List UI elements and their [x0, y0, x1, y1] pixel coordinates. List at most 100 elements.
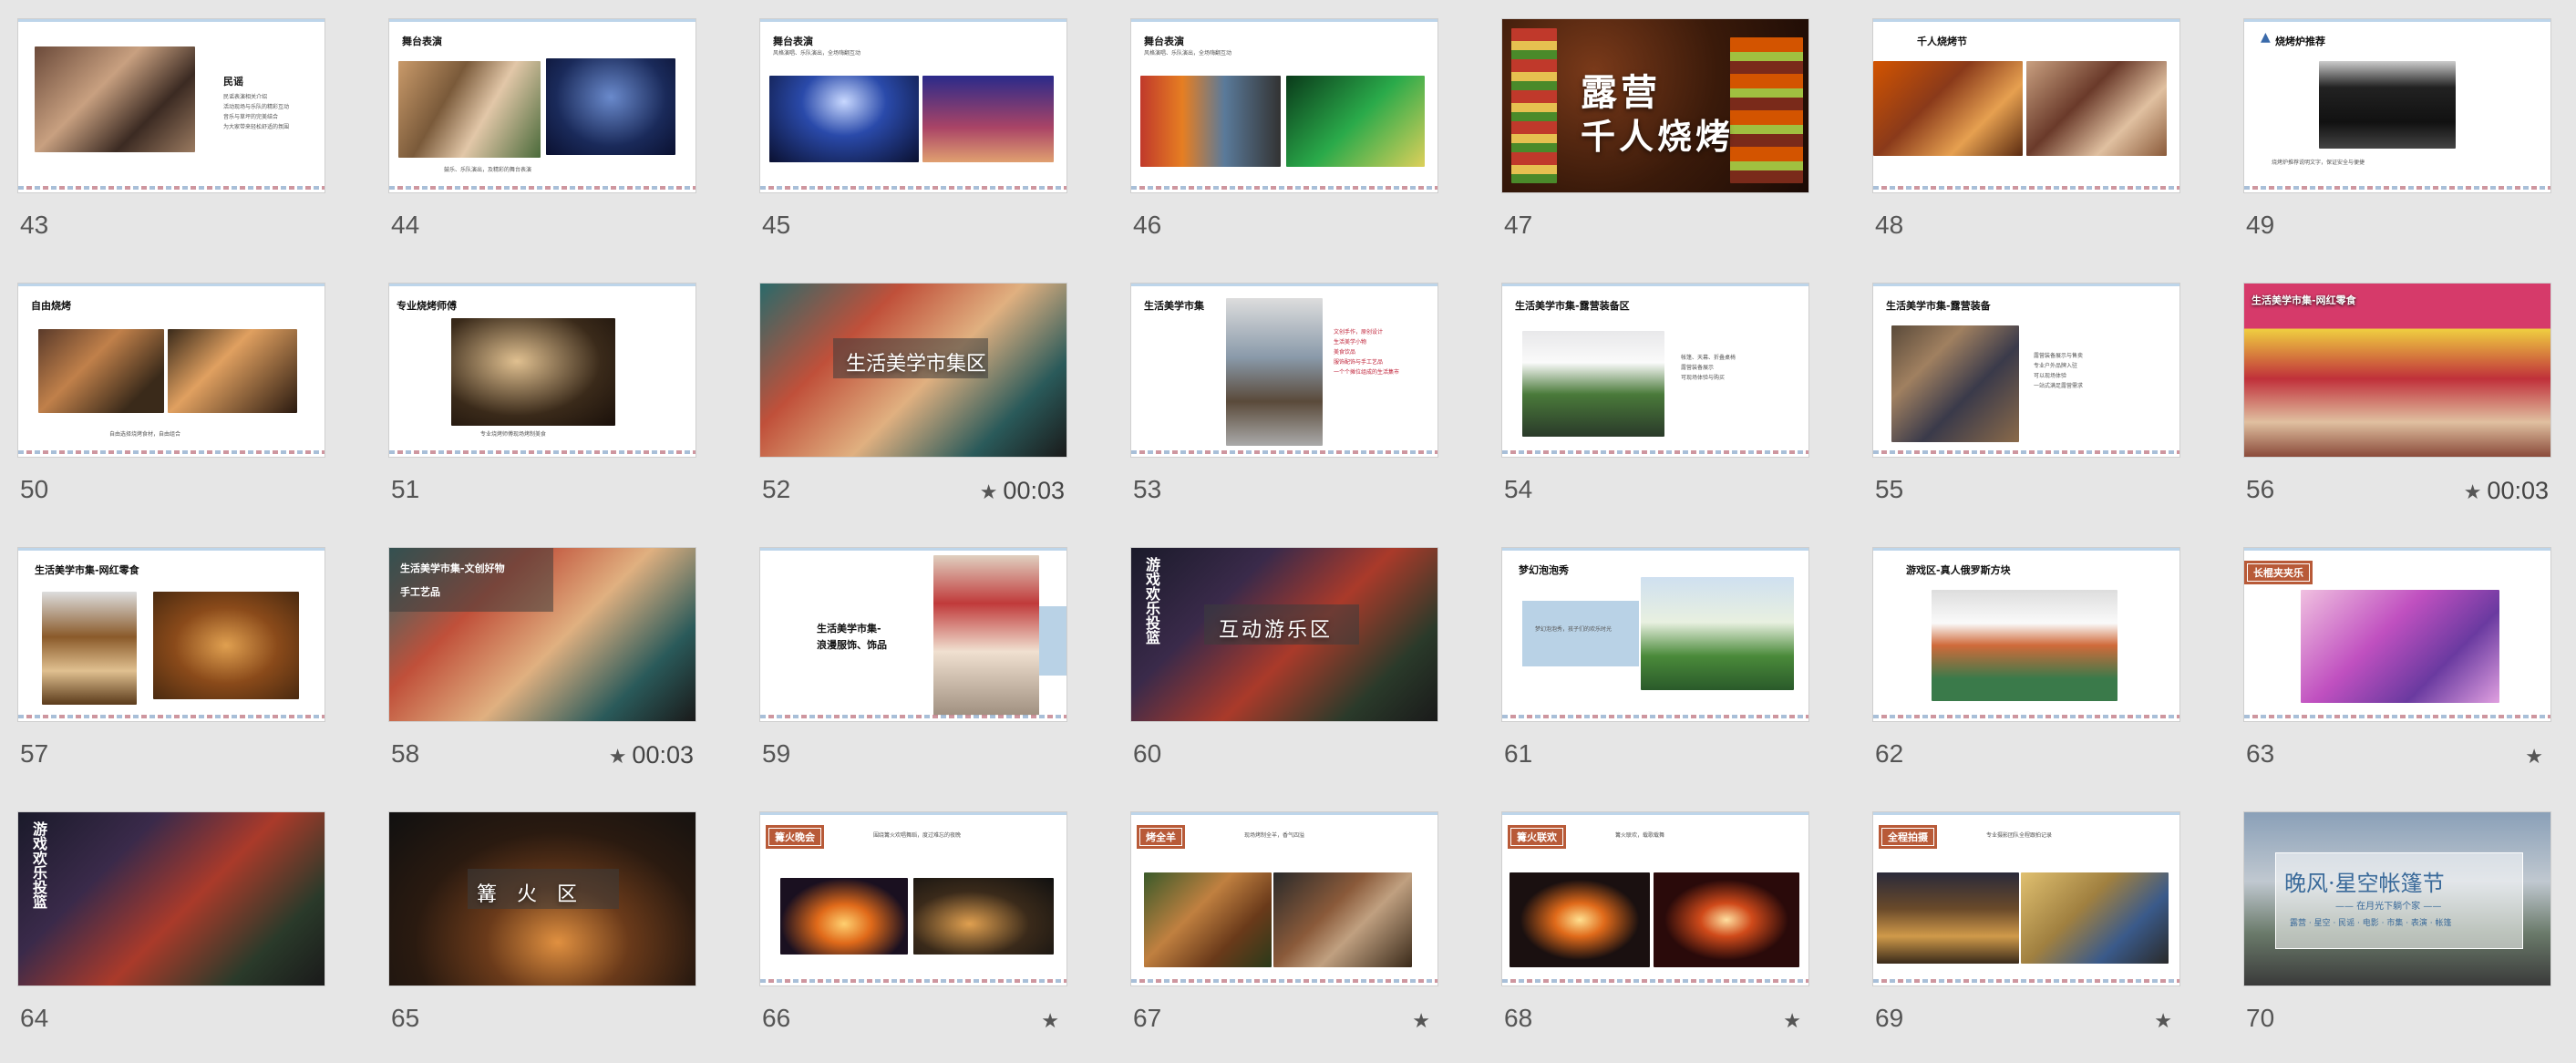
slide-subtitle: 千人烧烤	[1581, 117, 1735, 157]
slide-timing: ★	[1412, 1006, 1436, 1034]
slide-number: 56	[2246, 475, 2275, 503]
slide-55[interactable]: 生活美学市集-露营装备 露营装备展示与售卖 专业户外品牌入驻 可以现场体验 一站…	[1873, 284, 2179, 534]
slide-title: 生活美学市集-	[817, 623, 881, 635]
burger-photo	[153, 592, 299, 699]
slide-thumbnail[interactable]: 生活美学市集区	[760, 284, 1066, 457]
slide-61[interactable]: 梦幻泡泡秀 梦幻泡泡秀，孩子们的欢乐时光 61	[1502, 548, 1808, 799]
slide-text: 围绕篝火欢唱舞蹈，度过难忘的夜晚	[873, 832, 962, 839]
slide-title: 梦幻泡泡秀	[1519, 564, 1569, 576]
slide-timing: ★	[2154, 1006, 2178, 1034]
deco-stripe	[1873, 715, 2179, 718]
slide-52[interactable]: 生活美学市集区 52 ★ 00:03	[760, 284, 1066, 534]
crowd-photo	[1877, 872, 2019, 964]
slide-thumbnail[interactable]: 舞台表演 鼓乐、乐队演出，及精彩的舞台表演	[389, 19, 696, 192]
slide-number: 47	[1504, 211, 1533, 239]
slide-thumbnail[interactable]: 篝火联欢 篝火联欢，载歌载舞	[1502, 812, 1808, 986]
slide-68[interactable]: 篝火联欢 篝火联欢，载歌载舞 68 ★	[1502, 812, 1808, 1063]
slide-thumbnail[interactable]: 梦幻泡泡秀 梦幻泡泡秀，孩子们的欢乐时光	[1502, 548, 1808, 721]
slide-number: 59	[762, 739, 791, 768]
slide-45[interactable]: 舞台表演 风格演唱、乐队演出，全场嗨翻互动 45	[760, 19, 1066, 270]
slide-subtitle: —— 在月光下躺个家 ——	[2335, 902, 2442, 912]
slide-text: 民谣表演相关介绍 活动现场与乐队的精彩互动 音乐与草坪的完美结合 为大家带来轻松…	[223, 94, 290, 130]
slide-thumbnail[interactable]: 生活美学市集-露营装备区 帐篷、天幕、折叠桌椅 露营装备展示 可现场体验与购买	[1502, 284, 1808, 457]
slide-thumbnail[interactable]: 专业烧烤师傅 专业烧烤师傅现场烤制美食	[389, 284, 696, 457]
clothes-photo	[933, 555, 1039, 716]
slide-67[interactable]: 烤全羊 现场烤制全羊，香气四溢 67 ★	[1131, 812, 1437, 1063]
star-icon: ★	[608, 745, 627, 768]
top-line	[1873, 548, 2179, 551]
slide-thumbnail[interactable]: 长棍夹夹乐	[2244, 548, 2550, 721]
slide-thumbnail[interactable]: 千人烧烤节	[1873, 19, 2179, 192]
slide-text: 烧烤炉推荐说明文字，保证安全与便捷	[2272, 160, 2365, 166]
slide-69[interactable]: 全程拍摄 专业摄影团队全程跟拍记录 69 ★	[1873, 812, 2179, 1063]
top-line	[2244, 548, 2550, 551]
crowd-photo	[922, 76, 1054, 162]
deco-stripe	[760, 715, 1066, 718]
slide-thumbnail[interactable]: 烤全羊 现场烤制全羊，香气四溢	[1131, 812, 1437, 986]
slide-50[interactable]: 自由烧烤 自由选择烧烤食材，自由组合 50	[18, 284, 325, 534]
market-photo	[1226, 298, 1323, 446]
slide-thumbnail[interactable]: 全程拍摄 专业摄影团队全程跟拍记录	[1873, 812, 2179, 986]
slide-64[interactable]: 游戏欢乐投篮 64	[18, 812, 325, 1063]
tent-photo	[1522, 331, 1664, 437]
slide-47[interactable]: 露营 千人烧烤 47	[1502, 19, 1808, 270]
slide-thumbnail[interactable]: 民谣 民谣表演相关介绍 活动现场与乐队的精彩互动 音乐与草坪的完美结合 为大家带…	[18, 19, 325, 192]
slide-70[interactable]: 晚风·星空帐篷节 —— 在月光下躺个家 —— 露营 · 星空 · 民谣 · 电影…	[2244, 812, 2550, 1063]
slide-62[interactable]: 游戏区-真人俄罗斯方块 62	[1873, 548, 2179, 799]
icecream-photo	[42, 592, 137, 705]
slide-thumbnail[interactable]: 生活美学市集- 浪漫服饰、饰品	[760, 548, 1066, 721]
top-line	[1873, 19, 2179, 22]
slide-63[interactable]: 长棍夹夹乐 63 ★	[2244, 548, 2550, 799]
slide-58[interactable]: 生活美学市集-文创好物 手工艺品 58 ★ 00:03	[389, 548, 696, 799]
slide-text: 现场烤制全羊，香气四溢	[1244, 832, 1305, 839]
slide-thumbnail[interactable]: 游戏欢乐投篮 互动游乐区	[1131, 548, 1437, 721]
slide-44[interactable]: 舞台表演 鼓乐、乐队演出，及精彩的舞台表演 44	[389, 19, 696, 270]
slide-thumbnail[interactable]: 生活美学市集 文创手作，原创设计 生活美学小物 美食饮品 服饰配饰与手工艺品 一…	[1131, 284, 1437, 457]
slide-thumbnail[interactable]: 舞台表演 风格演唱、乐队演出，全场嗨翻互动	[1131, 19, 1437, 192]
slide-57[interactable]: 生活美学市集-网红零食 57	[18, 548, 325, 799]
slide-66[interactable]: 篝火晚会 围绕篝火欢唱舞蹈，度过难忘的夜晚 66 ★	[760, 812, 1066, 1063]
top-line	[1502, 812, 1808, 815]
skewer-photo	[1730, 37, 1803, 183]
slide-number: 63	[2246, 739, 2275, 768]
slide-thumbnail[interactable]: 露营 千人烧烤	[1502, 19, 1808, 192]
slide-43[interactable]: 民谣 民谣表演相关介绍 活动现场与乐队的精彩互动 音乐与草坪的完美结合 为大家带…	[18, 19, 325, 270]
star-icon: ★	[2463, 480, 2482, 503]
slide-timing: ★	[2525, 741, 2549, 769]
slide-thumbnail[interactable]: 生活美学市集-网红零食	[2244, 284, 2550, 457]
slide-49[interactable]: ▲ 烧烤炉推荐 烧烤炉推荐说明文字，保证安全与便捷 49	[2244, 19, 2550, 270]
slide-thumbnail[interactable]: 生活美学市集-文创好物 手工艺品	[389, 548, 696, 721]
top-line	[1502, 284, 1808, 286]
slide-54[interactable]: 生活美学市集-露营装备区 帐篷、天幕、折叠桌椅 露营装备展示 可现场体验与购买 …	[1502, 284, 1808, 534]
tetris-photo	[1932, 590, 2117, 701]
slide-thumbnail[interactable]: ▲ 烧烤炉推荐 烧烤炉推荐说明文字，保证安全与便捷	[2244, 19, 2550, 192]
slide-thumbnail[interactable]: 生活美学市集-网红零食	[18, 548, 325, 721]
top-line	[1502, 548, 1808, 551]
slide-thumbnail[interactable]: 篝 火 区	[389, 812, 696, 986]
slide-59[interactable]: 生活美学市集- 浪漫服饰、饰品 59	[760, 548, 1066, 799]
top-line	[1131, 812, 1437, 815]
slide-48[interactable]: 千人烧烤节 48	[1873, 19, 2179, 270]
deco-stripe	[1873, 186, 2179, 190]
deco-stripe	[760, 979, 1066, 983]
slide-65[interactable]: 篝 火 区 65	[389, 812, 696, 1063]
slide-thumbnail[interactable]: 篝火晚会 围绕篝火欢唱舞蹈，度过难忘的夜晚	[760, 812, 1066, 986]
slide-thumbnail[interactable]: 游戏欢乐投篮	[18, 812, 325, 986]
slide-thumbnail[interactable]: 生活美学市集-露营装备 露营装备展示与售卖 专业户外品牌入驻 可以现场体验 一站…	[1873, 284, 2179, 457]
slide-56[interactable]: 生活美学市集-网红零食 56 ★ 00:03	[2244, 284, 2550, 534]
slide-thumbnail[interactable]: 游戏区-真人俄罗斯方块	[1873, 548, 2179, 721]
slide-60[interactable]: 游戏欢乐投篮 互动游乐区 60	[1131, 548, 1437, 799]
drum-photo	[398, 61, 541, 158]
slide-53[interactable]: 生活美学市集 文创手作，原创设计 生活美学小物 美食饮品 服饰配饰与手工艺品 一…	[1131, 284, 1437, 534]
slide-51[interactable]: 专业烧烤师傅 专业烧烤师傅现场烤制美食 51	[389, 284, 696, 534]
slide-46[interactable]: 舞台表演 风格演唱、乐队演出，全场嗨翻互动 46	[1131, 19, 1437, 270]
slide-text: 自由选择烧烤食材，自由组合	[109, 431, 181, 438]
slide-thumbnail[interactable]: 晚风·星空帐篷节 —— 在月光下躺个家 —— 露营 · 星空 · 民谣 · 电影…	[2244, 812, 2550, 986]
blue-block	[1039, 606, 1066, 676]
slide-thumbnail[interactable]: 自由烧烤 自由选择烧烤食材，自由组合	[18, 284, 325, 457]
slide-thumbnail[interactable]: 舞台表演 风格演唱、乐队演出，全场嗨翻互动	[760, 19, 1066, 192]
slide-number: 54	[1504, 475, 1533, 503]
slide-title: 千人烧烤节	[1917, 36, 1967, 47]
stage-photo	[35, 46, 195, 152]
slide-text: 露营装备展示与售卖 专业户外品牌入驻 可以现场体验 一站式满足露营需求	[2034, 353, 2084, 389]
